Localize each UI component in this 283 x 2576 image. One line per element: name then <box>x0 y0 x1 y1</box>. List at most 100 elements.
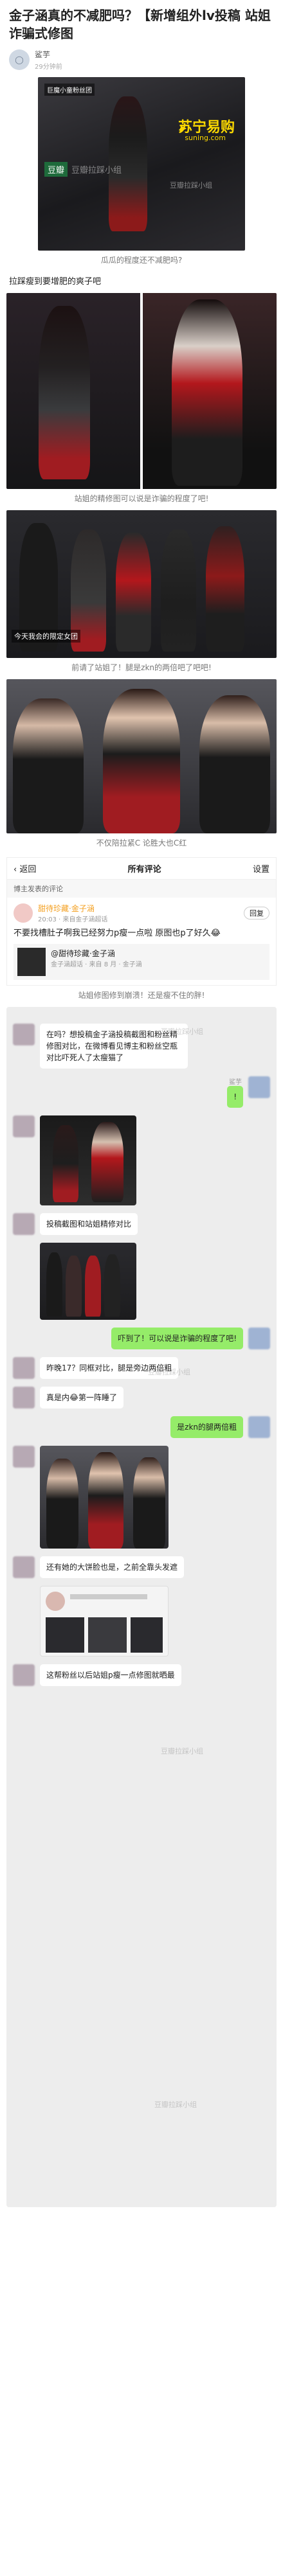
avatar[interactable] <box>13 1387 35 1408</box>
message-bubble: 还有她的大饼脸也是，之前全靠头发遮 <box>40 1556 185 1578</box>
member-figure <box>46 1459 78 1549</box>
thumbnail <box>46 1617 84 1653</box>
photo-3[interactable]: 今天我会的限定女团 <box>6 510 277 658</box>
chat-message <box>6 1442 277 1552</box>
avatar[interactable] <box>248 1076 270 1098</box>
member-figure <box>103 689 180 833</box>
thumbnail <box>88 1617 127 1653</box>
settings-button[interactable]: 设置 <box>253 862 269 875</box>
watermark: 豆瓣拉踩小组 <box>154 2101 197 2109</box>
message-bubble: 是zkn的腿两倍粗 <box>170 1416 243 1438</box>
member-figure <box>133 1457 165 1549</box>
chat-message: 这帮粉丝以后站姐p瘦一点修图就晒最 <box>6 1660 277 1690</box>
photo-1[interactable]: 巨魔小童粉丝团 豆瓣 豆瓣拉踩小组 豆瓣拉踩小组 苏宁易购 suning.com… <box>38 77 245 251</box>
avatar[interactable] <box>248 1328 270 1349</box>
chat-message <box>6 1582 277 1660</box>
watermark-badge: 豆瓣 <box>44 162 68 177</box>
comment-meta: 20:03 · 来自金子涵超话 <box>38 916 108 923</box>
chat-message <box>6 1112 277 1209</box>
avatar[interactable] <box>14 903 33 923</box>
chevron-left-icon: ‹ <box>14 865 17 875</box>
chat-message: 是zkn的腿两倍粗 <box>6 1412 277 1442</box>
comment-screenshot: ‹ 返回 所有评论 设置 博主发表的评论 甜待珍藏·金子涵 20:03 · 来自… <box>6 857 277 986</box>
photo-4-caption: 不仅陪拉紧C 论胜大也C红 <box>96 839 187 848</box>
watermark: 豆瓣拉踩小组 <box>161 1747 203 1755</box>
chat-message: 吓到了！可以说是诈骗的程度了吧! <box>6 1324 277 1353</box>
performer-figure <box>53 1125 78 1202</box>
author-row[interactable]: ◯ 鲨芋 29分钟前 <box>0 46 283 77</box>
chat-message <box>6 1239 277 1324</box>
quote-name: @甜待珍藏·金子涵 <box>51 949 115 958</box>
photo-tag: 巨魔小童粉丝团 <box>44 84 95 96</box>
brand-url: suning.com <box>185 134 226 142</box>
chat-image[interactable] <box>40 1586 169 1657</box>
chat-message: 投稿截图和站姐精修对比 <box>6 1209 277 1239</box>
avatar[interactable] <box>13 1213 35 1235</box>
chat-message: 在吗？想投稿金子涵投稿截图和粉丝精修图对比，在微博看见博主和粉丝空瓶对比吓死人了… <box>6 1020 277 1072</box>
quote-thumbnail <box>17 948 46 976</box>
performer-figure <box>39 306 90 479</box>
article-title: 金子涵真的不减肥吗？【新增组外lv投稿 站姐诈骗式修图 <box>9 8 271 41</box>
tab-all-comments[interactable]: 所有评论 <box>128 862 161 875</box>
chat-image[interactable] <box>40 1115 136 1205</box>
watermark: 豆瓣拉踩小组 <box>170 181 212 190</box>
performer-figure <box>172 299 242 486</box>
post-date: 29分钟前 <box>35 64 62 71</box>
chat-message: 鲨芋 ! <box>6 1072 277 1112</box>
quote-text: 金子涵超话 · 来自 8 月 · 金子涵 <box>51 961 142 968</box>
arrow-icon: ➤ <box>178 122 187 134</box>
avatar[interactable]: ◯ <box>9 49 30 70</box>
commenter-name[interactable]: 甜待珍藏·金子涵 <box>38 903 107 914</box>
reply-button[interactable]: 回复 <box>244 907 269 919</box>
avatar[interactable] <box>13 1664 35 1686</box>
watermark: 豆瓣拉踩小组 <box>71 166 122 175</box>
member-figure <box>161 529 196 652</box>
avatar[interactable] <box>13 1357 35 1379</box>
chat-image[interactable] <box>40 1446 169 1549</box>
member-figure <box>206 526 244 652</box>
avatar[interactable] <box>13 1556 35 1578</box>
chat-message: 昨晚17？同框对比，腿是旁边两倍粗 <box>6 1353 277 1383</box>
avatar[interactable] <box>248 1416 270 1438</box>
avatar <box>46 1592 65 1611</box>
thumbnail <box>131 1617 163 1653</box>
chat-image[interactable] <box>40 1243 136 1320</box>
member-figure <box>13 698 84 833</box>
watermark: 豆瓣拉踩小组 <box>161 1027 203 1036</box>
avatar[interactable] <box>13 1024 35 1045</box>
chat-message: 真是内😂第一阵睡了 <box>6 1383 277 1412</box>
photo-2[interactable] <box>6 293 277 489</box>
message-bubble: 真是内😂第一阵睡了 <box>40 1387 124 1408</box>
message-bubble: 这帮粉丝以后站姐p瘦一点修图就晒最 <box>40 1664 181 1686</box>
chat-message: 还有她的大饼脸也是，之前全靠头发遮 <box>6 1552 277 1582</box>
performer-figure <box>91 1122 123 1202</box>
member-figure <box>46 1252 62 1317</box>
author-name[interactable]: 鲨芋 <box>35 49 62 60</box>
message-bubble: 投稿截图和站姐精修对比 <box>40 1213 138 1235</box>
op-label: 博主发表的评论 <box>7 880 276 898</box>
photo-4[interactable] <box>6 679 277 833</box>
quoted-post[interactable]: @甜待珍藏·金子涵 金子涵超话 · 来自 8 月 · 金子涵 <box>14 944 269 980</box>
photo-1-caption: 瓜瓜的程度还不减肥吗? <box>100 256 183 265</box>
paragraph: 拉踩瘦到要增肥的爽子吧 <box>9 277 102 287</box>
avatar[interactable] <box>13 1446 35 1468</box>
video-subtitle: 今天我会的限定女团 <box>12 630 80 643</box>
photo-3-caption: 前请了站姐了！腿是zkn的两倍吧了吧吧! <box>71 663 212 672</box>
member-figure <box>104 1254 120 1317</box>
page: 金子涵真的不减肥吗？【新增组外lv投稿 站姐诈骗式修图 ◯ 鲨芋 29分钟前 巨… <box>0 0 283 2576</box>
message-bubble: 吓到了！可以说是诈骗的程度了吧! <box>111 1328 243 1349</box>
text-line <box>70 1594 147 1599</box>
back-button[interactable]: ‹ 返回 <box>14 862 36 875</box>
photo-2-caption: 站姐的精修图可以说是诈骗的程度了吧! <box>74 494 209 503</box>
sender-name: 鲨芋 <box>229 1079 242 1086</box>
avatar[interactable] <box>13 1115 35 1137</box>
member-figure <box>199 695 270 833</box>
member-figure <box>66 1256 82 1317</box>
comment-caption: 站姐修图修到崩溃！还是瘦不住的胖! <box>78 991 205 1000</box>
comment-text: 不要找槽肚子啊我已经努力p瘦一点啦 原图也p了好久😂 <box>14 928 221 938</box>
member-figure <box>85 1256 101 1317</box>
member-figure <box>88 1452 123 1549</box>
watermark: 豆瓣拉踩小组 <box>148 1368 190 1376</box>
member-figure <box>116 533 151 652</box>
message-bubble: ! <box>227 1086 243 1108</box>
